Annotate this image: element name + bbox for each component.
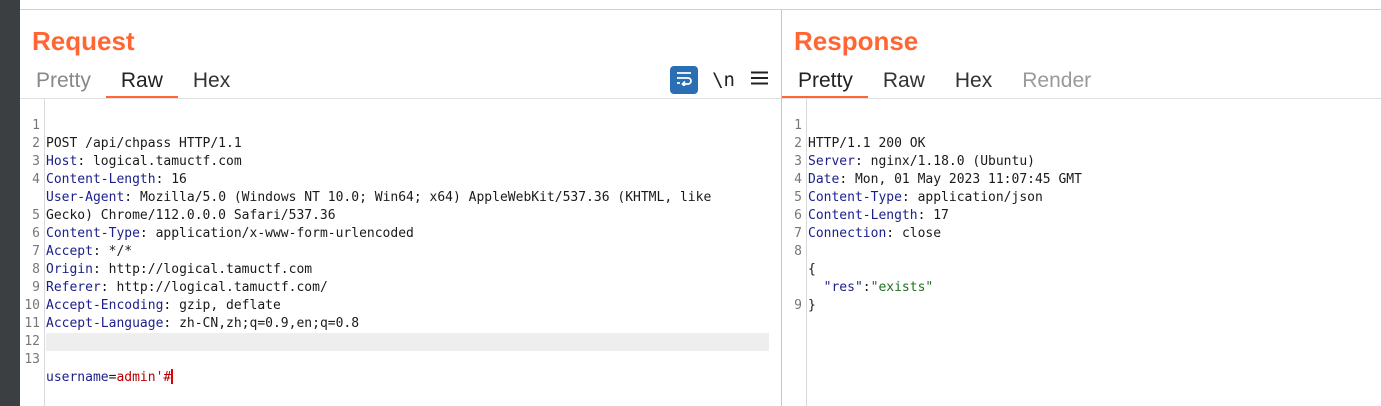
request-line-current[interactable]: 13 username=admin'# [24,333,769,385]
response-line: 1 HTTP/1.1 200 OK [794,118,926,151]
response-line: 5 Content-Length: 17 [794,190,949,223]
response-line: 8 { [794,244,816,277]
request-line: 12 [24,334,40,349]
response-line: } [808,298,816,313]
request-editor[interactable]: 1 POST /api/chpass HTTP/1.1 2 Host: logi… [20,99,781,406]
response-line: 9 [794,298,802,313]
request-tab-raw[interactable]: Raw [105,65,178,98]
request-line: 2 Host: logical.tamuctf.com [32,136,242,169]
hamburger-menu-icon [750,71,768,90]
request-tabs: Pretty Raw Hex [20,65,245,98]
response-line: 3 Date: Mon, 01 May 2023 11:07:45 GMT [794,154,1082,187]
response-line: "res":"exists" [823,280,934,295]
response-line: 7 [794,226,802,241]
request-line: 3 Content-Length: 16 [32,154,187,187]
request-line: 5 Content-Type: application/x-www-form-u… [32,208,414,241]
response-line: 6 Connection: close [794,208,942,241]
response-line: 2 Server: nginx/1.18.0 (Ubuntu) [794,136,1035,169]
left-side-strip [0,0,20,406]
response-tab-pretty[interactable]: Pretty [782,65,868,98]
request-line: 10 Accept-Language: zh-CN,zh;q=0.9,en;q=… [24,298,360,331]
response-title: Response [794,26,919,56]
response-line: 4 Content-Type: application/json [794,172,1043,205]
request-pane: Request Pretty Raw Hex \n 1 POST /api/ch… [20,10,781,406]
response-tab-raw[interactable]: Raw [868,65,940,98]
response-tab-render[interactable]: Render [1007,65,1106,98]
word-wrap-button[interactable] [670,66,699,94]
response-tabs: Pretty Raw Hex Render [782,65,1106,98]
request-line: 1 POST /api/chpass HTTP/1.1 [32,118,242,151]
request-line: 4 User-Agent: Mozilla/5.0 (Windows NT 10… [32,172,712,223]
request-tab-pretty[interactable]: Pretty [20,65,106,98]
request-line: 7 Origin: http://logical.tamuctf.com [32,244,313,277]
request-toolbar: \n [670,66,769,94]
menu-button[interactable] [749,66,769,94]
body-param-value: admin'# [116,370,172,385]
response-tab-hex[interactable]: Hex [940,65,1007,98]
request-tab-hex[interactable]: Hex [178,65,245,98]
word-wrap-icon [675,70,693,91]
body-param-key: username [46,370,109,385]
response-editor[interactable]: 1 HTTP/1.1 200 OK 2 Server: nginx/1.18.0… [782,99,1381,406]
response-pane: Response Pretty Raw Hex Render 1 HTTP/1.… [782,10,1381,406]
show-newlines-button[interactable]: \n [712,69,735,91]
request-line: 6 Accept: */* [32,226,133,259]
request-line: 8 Referer: http://logical.tamuctf.com/ [32,262,328,295]
request-line: 11 Connection: close [20,297,781,349]
request-title: Request [32,26,135,56]
text-caret [171,369,174,384]
request-line: 9 Accept-Encoding: gzip, deflate [32,280,281,313]
